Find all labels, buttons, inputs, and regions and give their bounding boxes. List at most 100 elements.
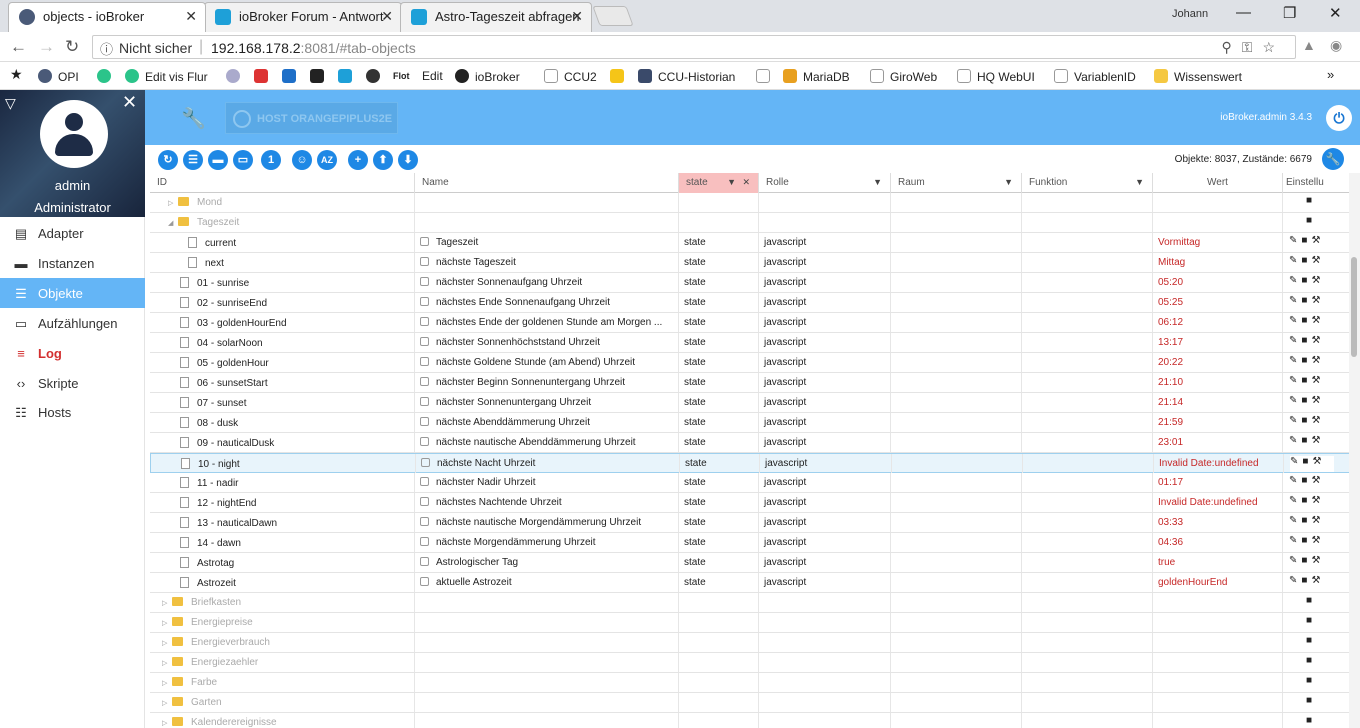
bookmark-fritz[interactable] [254, 69, 274, 84]
info-icon[interactable]: ⓘ [100, 39, 113, 58]
minimize-icon[interactable]: — [1236, 4, 1251, 21]
user-icon[interactable]: ☺ [292, 150, 312, 170]
wrench-icon[interactable]: ⚒ [1311, 475, 1324, 486]
table-row[interactable]: 08 - dusk nächste Abenddämmerung Uhrzeit s… [150, 413, 1350, 433]
expand-arrow-icon[interactable]: ▷ [162, 619, 172, 627]
download-icon[interactable]: ⬇ [398, 150, 418, 170]
reload-icon[interactable]: ↻ [65, 37, 79, 57]
sidebar-item-instanzen[interactable]: ▬ Instanzen [0, 248, 145, 278]
edit-icon[interactable]: ✎ [1289, 475, 1301, 486]
delete-icon[interactable]: ■ [1306, 655, 1312, 666]
table-row[interactable]: ▷ Briefkasten ■ [150, 593, 1350, 613]
sidebar-item-adapter[interactable]: ▤ Adapter [0, 218, 145, 248]
sidebar-item-hosts[interactable]: ☷ Hosts [0, 397, 145, 427]
expand-arrow-icon[interactable]: ▷ [162, 659, 172, 667]
delete-icon[interactable]: ■ [1301, 415, 1311, 426]
table-row[interactable]: 03 - goldenHourEnd nächstes Ende der gold… [150, 313, 1350, 333]
menu-triangle-icon[interactable]: ▽ [5, 95, 16, 112]
delete-icon[interactable]: ■ [1306, 595, 1312, 606]
browser-tab-forum[interactable]: ioBroker Forum - Antwort ✕ [204, 2, 402, 32]
expand-arrow-icon[interactable]: ▷ [162, 639, 172, 647]
edit-icon[interactable]: ✎ [1289, 555, 1301, 566]
add-icon[interactable]: + [348, 150, 368, 170]
wrench-icon[interactable]: ⚒ [1311, 415, 1324, 426]
table-row[interactable]: 09 - nauticalDusk nächste nautische Abend… [150, 433, 1350, 453]
delete-icon[interactable]: ■ [1306, 675, 1312, 686]
wrench-icon[interactable]: ⚒ [1311, 295, 1324, 306]
dropdown-arrow-icon[interactable]: ▼ [1004, 177, 1013, 187]
wrench-icon[interactable]: ⚒ [1311, 315, 1324, 326]
bookmark-plus[interactable] [366, 69, 386, 84]
column-filter-role[interactable]: Rolle ▼ [759, 173, 891, 193]
expand-arrow-icon[interactable]: ▷ [162, 699, 172, 707]
table-row[interactable]: Astrotag Astrologischer Tag state javascrip… [150, 553, 1350, 573]
delete-icon[interactable]: ■ [1306, 615, 1312, 626]
edit-icon[interactable]: ✎ [1289, 255, 1301, 266]
edit-icon[interactable]: ✎ [1290, 456, 1302, 467]
browser-tab-objects[interactable]: objects - ioBroker ✕ [8, 2, 206, 32]
delete-icon[interactable]: ■ [1301, 235, 1311, 246]
wrench-icon[interactable]: ⚒ [1311, 235, 1324, 246]
wrench-icon[interactable]: ⚒ [1311, 395, 1324, 406]
bookmark-gauge[interactable] [226, 69, 246, 84]
wrench-icon[interactable]: ⚒ [1311, 515, 1324, 526]
dropdown-arrow-icon[interactable]: ▼ [873, 177, 882, 187]
table-row[interactable]: Astrozeit aktuelle Astrozeit state javascri… [150, 573, 1350, 593]
back-icon[interactable]: ← [10, 37, 27, 57]
key-icon[interactable]: ⚿ [1242, 39, 1263, 55]
sort-az-button[interactable]: AZ [317, 150, 337, 170]
drive-icon[interactable]: ▲ [1302, 37, 1316, 53]
column-header-settings[interactable]: Einstellu [1283, 173, 1350, 193]
settings-wrench-icon[interactable]: 🔧 [1322, 148, 1344, 170]
table-row[interactable]: ▷ Garten ■ [150, 693, 1350, 713]
table-row[interactable]: ◢ Tageszeit ■ [150, 213, 1350, 233]
delete-icon[interactable]: ■ [1301, 575, 1311, 586]
wrench-icon[interactable]: ⚒ [1311, 355, 1324, 366]
delete-icon[interactable]: ■ [1301, 495, 1311, 506]
scrollbar-thumb[interactable] [1351, 257, 1357, 357]
table-row[interactable]: 14 - dawn nächste Morgendämmerung Uhrzeit… [150, 533, 1350, 553]
dropdown-arrow-icon[interactable]: ▼ [727, 177, 736, 187]
table-row[interactable]: ▷ Kalenderereignisse ■ [150, 713, 1350, 728]
edit-icon[interactable]: ✎ [1289, 235, 1301, 246]
close-window-icon[interactable]: ✕ [1329, 4, 1342, 22]
edit-icon[interactable]: ✎ [1289, 295, 1301, 306]
first-level-button[interactable]: 1 [261, 150, 281, 170]
wrench-icon[interactable]: 🔧 [181, 106, 206, 131]
delete-icon[interactable]: ■ [1301, 475, 1311, 486]
bookmark-io[interactable] [338, 69, 358, 84]
bookmark-variablenid[interactable]: VariablenID [1054, 69, 1136, 84]
column-header-id[interactable]: ID [150, 173, 415, 193]
edit-icon[interactable]: ✎ [1289, 575, 1301, 586]
table-row[interactable]: 13 - nauticalDawn nächste nautische Morge… [150, 513, 1350, 533]
delete-icon[interactable]: ■ [1301, 375, 1311, 386]
delete-icon[interactable]: ■ [1301, 555, 1311, 566]
table-row[interactable]: 10 - night nächste Nacht Uhrzeit state java… [150, 453, 1350, 473]
close-tab-icon[interactable]: ✕ [381, 8, 393, 25]
delete-icon[interactable]: ■ [1306, 715, 1312, 726]
sidebar-item-objekte[interactable]: ☰ Objekte [0, 278, 145, 308]
close-tab-icon[interactable]: ✕ [571, 8, 583, 25]
power-icon[interactable]: ⏻ [1326, 105, 1352, 131]
browser-tab-astro[interactable]: Astro-Tageszeit abfragen ✕ [400, 2, 592, 32]
bookmark-star-icon[interactable]: ☆ [1262, 39, 1285, 55]
bookmark-giroweb[interactable]: GiroWeb [870, 69, 937, 84]
host-selector-button[interactable]: HOST ORANGEPIPLUS2E [225, 102, 398, 134]
expand-arrow-icon[interactable]: ◢ [168, 219, 178, 227]
url-input[interactable]: ⓘ Nicht sicher | 192.168.178.2:8081/#tab… [92, 35, 1296, 59]
table-row[interactable]: next nächste Tageszeit state javascript Mitt… [150, 253, 1350, 273]
table-row[interactable]: current Tageszeit state javascript Vormittag… [150, 233, 1350, 253]
column-filter-function[interactable]: Funktion ▼ [1022, 173, 1153, 193]
edit-icon[interactable]: ✎ [1289, 515, 1301, 526]
delete-icon[interactable]: ■ [1301, 295, 1311, 306]
wrench-icon[interactable]: ⚒ [1311, 255, 1324, 266]
delete-icon[interactable]: ■ [1301, 335, 1311, 346]
expand-folder-icon[interactable]: ▭ [233, 150, 253, 170]
bookmark-green[interactable] [97, 69, 117, 84]
bookmark-wissenswert[interactable]: Wissenswert [1154, 69, 1242, 84]
table-row[interactable]: 04 - solarNoon nächster Sonnenhöchststand… [150, 333, 1350, 353]
wrench-icon[interactable]: ⚒ [1311, 555, 1324, 566]
edit-icon[interactable]: ✎ [1289, 315, 1301, 326]
bookmark-ccu-historian[interactable]: CCU-Historian [638, 69, 735, 84]
edit-icon[interactable]: ✎ [1289, 415, 1301, 426]
